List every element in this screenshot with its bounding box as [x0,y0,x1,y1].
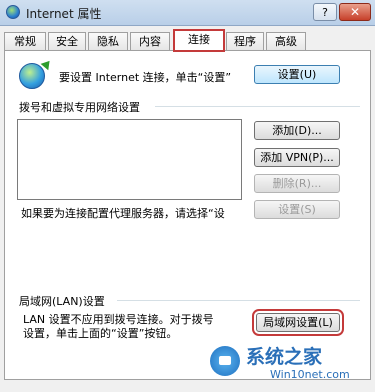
tab-programs[interactable]: 程序 [226,32,264,50]
setup-button[interactable]: 设置(U) [254,65,340,84]
internet-globe-icon [19,57,54,89]
close-button[interactable]: ✕ [339,3,371,21]
add-button[interactable]: 添加(D)... [254,121,340,140]
connections-list[interactable] [17,119,242,200]
remove-button[interactable]: 删除(R)... [254,174,340,193]
lan-description-line2: 设置，单击上面的“设置”按钮。 [23,327,178,340]
window-title: Internet 属性 [26,7,102,21]
lan-heading: 局域网(LAN)设置 [19,295,105,308]
tab-content[interactable]: 内容 [130,32,170,50]
watermark-title: 系统之家 [246,346,323,368]
tab-privacy[interactable]: 隐私 [88,32,128,50]
help-button[interactable]: ? [313,3,337,21]
proxy-instruction: 如果要为连接配置代理服务器，请选择“设 [21,207,225,220]
dialup-vpn-heading: 拨号和虚拟专用网络设置 [19,101,140,114]
dialup-divider [155,106,360,107]
internet-globe-icon [6,5,20,19]
tab-general[interactable]: 常规 [4,32,46,50]
lan-settings-button[interactable]: 局域网设置(L) [252,309,344,336]
dialup-settings-button[interactable]: 设置(S) [254,200,340,219]
tab-security[interactable]: 安全 [48,32,86,50]
connections-panel: 要设置 Internet 连接，单击“设置” 设置(U) 拨号和虚拟专用网络设置… [4,50,371,380]
lan-divider [117,300,360,301]
connect-instruction: 要设置 Internet 连接，单击“设置” [59,71,232,84]
house-logo-icon [210,346,240,376]
watermark-url: Win10net.com [270,368,350,381]
title-bar: Internet 属性 ? ✕ [0,0,375,26]
tab-advanced[interactable]: 高级 [266,32,306,50]
add-vpn-button[interactable]: 添加 VPN(P)... [254,148,340,167]
site-watermark: 系统之家 Win10net.com [210,340,372,388]
tab-connections[interactable]: 连接 [173,29,225,52]
